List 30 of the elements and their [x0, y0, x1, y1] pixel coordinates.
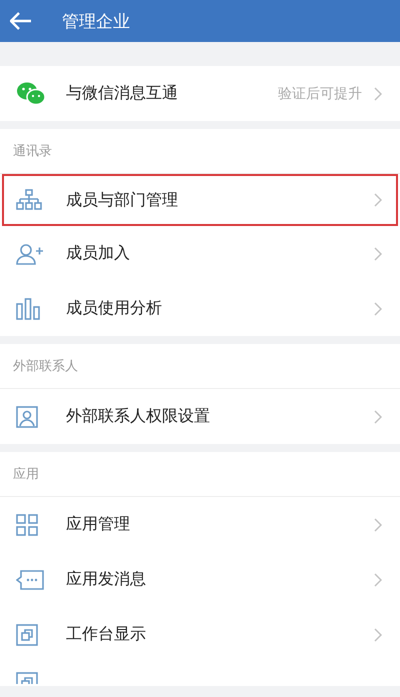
back-icon[interactable]	[10, 12, 32, 30]
chevron-icon	[374, 518, 382, 532]
status-text: 验证后可提升	[278, 84, 362, 102]
contact-card-icon	[16, 406, 38, 428]
chevron-icon	[374, 302, 382, 316]
page-title: 管理企业	[62, 10, 130, 32]
section-heading: 通讯录	[13, 143, 52, 160]
chevron-icon	[374, 410, 382, 424]
bar-chart-icon	[16, 298, 40, 320]
chevron-icon	[374, 246, 382, 260]
org-chart-icon	[16, 189, 42, 211]
chevron-icon	[374, 572, 382, 586]
section-heading: 应用	[13, 466, 39, 483]
menu-item[interactable]: 应用发消息	[2, 552, 398, 607]
add-person-icon	[16, 242, 44, 264]
chevron-icon	[374, 86, 382, 100]
chevron-icon	[374, 193, 382, 207]
menu-item[interactable]: 外部联系人权限设置	[2, 389, 398, 444]
menu-item[interactable]: 应用管理	[2, 497, 398, 552]
menu-item[interactable]: 成员加入	[2, 226, 398, 281]
menu-item[interactable]: 成员与部门管理	[2, 174, 398, 226]
menu-item[interactable]: 工作台显示	[2, 607, 398, 662]
grid-icon	[16, 514, 38, 536]
chevron-icon	[374, 628, 382, 642]
menu-item[interactable]: 成员使用分析	[2, 281, 398, 336]
menu-item[interactable]: 与微信消息互通 验证后可提升	[2, 66, 398, 121]
window-icon	[16, 624, 38, 646]
chat-bubbles-icon	[16, 80, 46, 106]
section-heading: 外部联系人	[13, 358, 78, 375]
message-icon	[16, 570, 44, 590]
